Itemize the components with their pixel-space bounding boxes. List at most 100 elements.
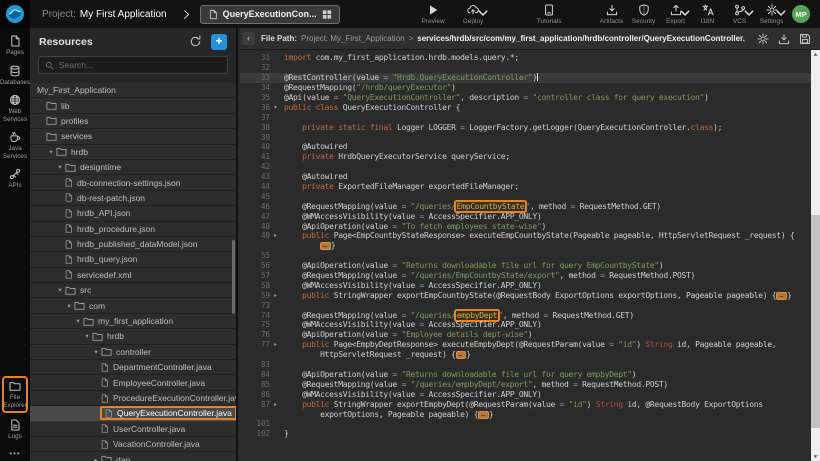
tree-item-hrdb-published-datamodel-json[interactable]: hrdb_published_dataModel.json — [30, 237, 236, 252]
search-input[interactable] — [59, 60, 221, 70]
code-line[interactable]: 55 — [240, 251, 811, 261]
topbar-action-preview[interactable]: Preview — [420, 4, 447, 25]
tree-item-src[interactable]: ▾src — [30, 283, 236, 298]
code-line[interactable]: exportOptions, Pageable pageable) {…} — [240, 409, 811, 419]
scroll-down-icon[interactable] — [811, 452, 820, 461]
tree-expand-open-icon[interactable]: ▾ — [46, 148, 56, 156]
fold-closed-icon[interactable]: ▸ — [272, 341, 279, 348]
code-line[interactable]: 31import com.my_first_application.hrdb.m… — [240, 53, 811, 63]
code-line[interactable]: 32 — [240, 63, 811, 73]
save-file-icon[interactable] — [799, 33, 811, 45]
tree-expand-open-icon[interactable]: ▾ — [73, 317, 83, 325]
tree-item-profiles[interactable]: profiles — [30, 114, 236, 129]
topbar-action-settings[interactable]: Settings — [758, 4, 785, 25]
tree-item-lib[interactable]: lib — [30, 98, 236, 113]
topbar-action-export[interactable]: Export — [662, 4, 689, 25]
collapse-panel-button[interactable]: ‹ — [242, 32, 255, 45]
tree-item-hrdb[interactable]: ▾hrdb — [30, 329, 236, 344]
rail-item-pages[interactable]: Pages — [1, 35, 29, 57]
tree-item-designtime[interactable]: ▾designtime — [30, 160, 236, 175]
user-avatar[interactable]: MP — [792, 5, 810, 23]
code-line[interactable]: 34@RequestMapping("/hrdb/queryExecutor") — [240, 83, 811, 93]
tree-item-hrdb-procedure-json[interactable]: hrdb_procedure.json — [30, 222, 236, 237]
tree-item-queryexecutioncontroller-java[interactable]: QueryExecutionController.java — [30, 406, 236, 421]
rail-item-logs[interactable]: Logs — [1, 419, 29, 441]
tree-item-my-first-application[interactable]: My_First_Application — [30, 83, 236, 98]
code-line[interactable]: 37 — [240, 112, 811, 122]
rail-item-databases[interactable]: Databases — [1, 65, 29, 87]
tree-item-employeecontroller-java[interactable]: EmployeeController.java — [30, 375, 236, 390]
code-line[interactable]: 39 — [240, 132, 811, 142]
code-line[interactable]: 73 — [240, 300, 811, 310]
code-line[interactable]: 83 — [240, 360, 811, 370]
code-editor[interactable]: 31import com.my_first_application.hrdb.m… — [240, 50, 811, 461]
code-line[interactable]: 101 — [240, 419, 811, 429]
rail-item-web-services[interactable]: Web Services — [1, 94, 29, 123]
resource-search[interactable] — [38, 56, 228, 74]
tree-item-servicedef-xml[interactable]: servicedef.xml — [30, 268, 236, 283]
tree-item-dao[interactable]: ▸dao — [30, 452, 236, 461]
refresh-icon[interactable] — [189, 35, 202, 48]
code-line[interactable]: 85 @RequestMapping(value = "/queries/emp… — [240, 379, 811, 389]
more-options-icon[interactable]: ••• — [9, 449, 20, 458]
code-line[interactable]: 87▸ public StringWrapper exportEmpbyDept… — [240, 399, 811, 409]
fold-closed-icon[interactable]: ▸ — [272, 292, 279, 299]
code-line[interactable]: 57 @RequestMapping(value = "/queries/Emp… — [240, 271, 811, 281]
tree-expand-closed-icon[interactable]: ▸ — [91, 456, 101, 461]
tree-expand-open-icon[interactable]: ▾ — [55, 286, 65, 294]
code-line[interactable]: 86 @WMAccessVisibility(value = AccessSpe… — [240, 389, 811, 399]
code-line[interactable]: 43 @Autowired — [240, 172, 811, 182]
tree-item-hrdb[interactable]: ▾hrdb — [30, 145, 236, 160]
tree-item-controller[interactable]: ▾controller — [30, 345, 236, 360]
grid-icon[interactable] — [322, 9, 332, 20]
topbar-action-tutorials[interactable]: Tutorials — [536, 4, 563, 25]
topbar-action-security[interactable]: Security — [630, 4, 657, 25]
code-line[interactable]: 35@Api(value = "QueryExecutionController… — [240, 93, 811, 103]
code-line[interactable]: 48 @ApiOperation(value = "To fetch emplo… — [240, 221, 811, 231]
editor-scrollbar[interactable] — [811, 50, 820, 461]
code-line[interactable]: 45 — [240, 191, 811, 201]
tree-expand-open-icon[interactable]: ▾ — [91, 348, 101, 356]
tree-expand-open-icon[interactable]: ▾ — [82, 332, 92, 340]
code-line[interactable]: 41 private HrdbQueryExecutorService quer… — [240, 152, 811, 162]
fold-closed-icon[interactable]: ▸ — [272, 401, 279, 408]
topbar-action-vcs[interactable]: VCS — [726, 4, 753, 25]
topbar-action-i18n[interactable]: I18N — [694, 4, 721, 25]
code-line[interactable]: 33@RestController(value = "Hrdb.QueryExe… — [240, 73, 811, 83]
code-line[interactable]: 44 private ExportedFileManager exportedF… — [240, 182, 811, 192]
add-resource-button[interactable]: + — [211, 34, 227, 50]
code-line[interactable]: 76 @ApiOperation(value = "Employee detai… — [240, 330, 811, 340]
code-line[interactable]: …} — [240, 241, 811, 251]
fold-closed-icon[interactable]: ▸ — [272, 232, 279, 239]
code-line[interactable]: 49▸ public Page<EmpCountbyStateResponse>… — [240, 231, 811, 241]
code-line[interactable]: 75 @WMAccessVisibility(value = AccessSpe… — [240, 320, 811, 330]
fold-open-icon[interactable]: ▾ — [272, 104, 279, 111]
rail-item-file-explorer[interactable]: File Explorer — [2, 376, 28, 413]
code-line[interactable]: 47 @WMAccessVisibility(value = AccessSpe… — [240, 211, 811, 221]
tree-expand-open-icon[interactable]: ▾ — [64, 302, 74, 310]
code-line[interactable]: 84 @ApiOperation(value = "Returns downlo… — [240, 370, 811, 380]
rail-item-java-services[interactable]: Java Services — [1, 131, 29, 160]
scroll-up-icon[interactable] — [811, 50, 820, 59]
tree-expand-open-icon[interactable]: ▾ — [55, 163, 65, 171]
tree-item-usercontroller-java[interactable]: UserController.java — [30, 422, 236, 437]
folded-code-icon[interactable]: … — [320, 242, 331, 250]
folded-code-icon[interactable]: … — [478, 411, 489, 419]
tree-item-vacationcontroller-java[interactable]: VacationController.java — [30, 437, 236, 452]
topbar-action-artifacts[interactable]: Artifacts — [598, 4, 625, 25]
tree-item-db-connection-settings-json[interactable]: db-connection-settings.json — [30, 175, 236, 190]
panel-scrollbar-thumb[interactable] — [232, 240, 235, 314]
tree-item-services[interactable]: services — [30, 129, 236, 144]
tree-item-com[interactable]: ▾com — [30, 298, 236, 313]
code-line[interactable]: 102} — [240, 429, 811, 439]
tab-query-execution-controller[interactable]: QueryExecutionCon... — [200, 5, 340, 24]
code-line[interactable]: 59▸ public StringWrapper exportEmpCountb… — [240, 290, 811, 300]
code-line[interactable]: HttpServletRequest _request) {…} — [240, 350, 811, 360]
tree-item-hrdb-api-json[interactable]: hrdb_API.json — [30, 206, 236, 221]
code-line[interactable]: 36▾public class QueryExecutionController… — [240, 102, 811, 112]
code-line[interactable]: 56 @ApiOperation(value = "Returns downlo… — [240, 261, 811, 271]
code-line[interactable]: 42 — [240, 162, 811, 172]
scrollbar-thumb[interactable] — [811, 215, 820, 428]
code-line[interactable]: 38 private static final Logger LOGGER = … — [240, 122, 811, 132]
rail-item-apis[interactable]: APIs — [1, 168, 29, 190]
